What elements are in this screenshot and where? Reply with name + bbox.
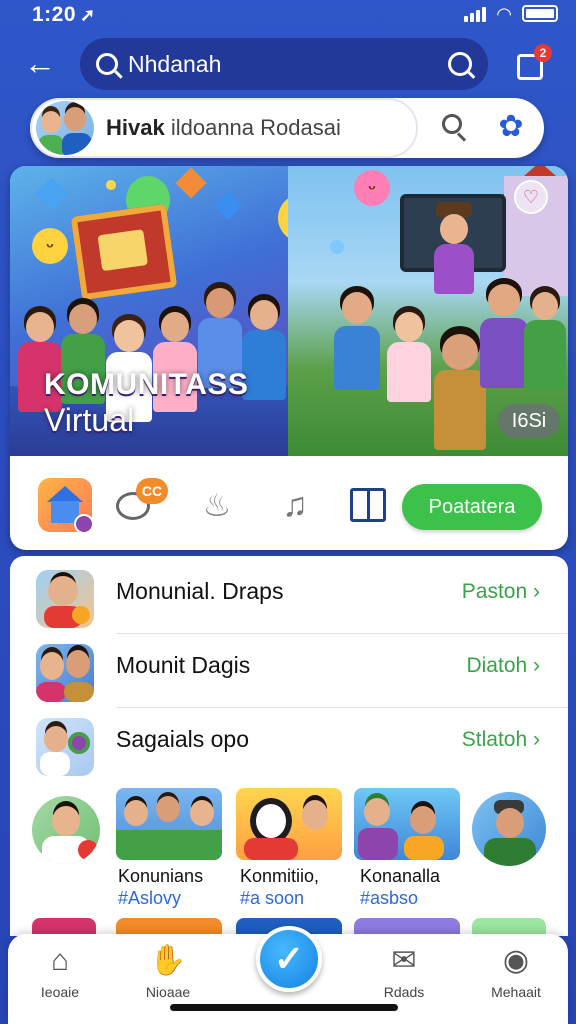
status-time: 1:20 ➚ <box>32 3 96 27</box>
list-item[interactable]: Sagaials opo Stlatoh › <box>10 708 568 782</box>
community-tile[interactable] <box>116 788 222 860</box>
chat-badge: CC <box>136 478 168 504</box>
lens-icon[interactable] <box>448 52 472 76</box>
tab-explore[interactable]: ✋ Nioaae <box>128 942 208 1012</box>
banner-title: KOMUNITASS Virtual <box>44 368 249 438</box>
list-item-action[interactable]: Diatoh › <box>466 654 540 678</box>
profile-search-field[interactable]: Hivak ildoanna Rodasai <box>30 98 418 158</box>
check-icon: ✓ <box>273 938 305 979</box>
search-query[interactable]: Nhdanah <box>128 51 448 78</box>
arrow-left-icon: ← <box>24 45 56 81</box>
music-icon[interactable]: ♫ <box>268 478 322 532</box>
wifi-icon: ◠ <box>496 3 512 24</box>
battery-icon <box>522 5 558 22</box>
status-bar: 1:20 ➚ ◠ <box>0 0 576 30</box>
group-list: Monunial. Draps Paston › Mounit Dagis Di… <box>10 556 568 936</box>
group-thumbnail <box>36 718 94 776</box>
list-item[interactable]: Mounit Dagis Diatoh › <box>10 634 568 708</box>
tile-name: Konunians <box>118 866 204 886</box>
heart-icon[interactable]: ♡ <box>514 180 548 214</box>
mail-icon: ✉ <box>391 944 417 977</box>
live-badge[interactable]: I6Si <box>498 404 560 438</box>
list-item-label: Monunial. Draps <box>116 578 284 604</box>
list-item-label: Sagaials opo <box>116 726 249 752</box>
action-row: CC ♨ ♫ Poatatera <box>10 458 568 550</box>
avatar[interactable] <box>472 792 546 866</box>
profile-search-card: Hivak ildoanna Rodasai ✿ <box>30 98 544 158</box>
tile-tag[interactable]: #asbso <box>360 888 418 909</box>
search-icon <box>96 53 118 75</box>
tile-name: Konanalla <box>360 866 441 886</box>
back-button[interactable]: ← <box>22 46 58 82</box>
search-icon[interactable] <box>440 112 470 142</box>
hand-icon: ✋ <box>149 944 187 977</box>
banner-title-line2: Virtual <box>44 402 135 438</box>
tab-label: Ieoaie <box>40 984 80 1000</box>
clock-text: 1:20 <box>32 3 77 26</box>
community-card: ᵕ ᵕ KOMUNITASS Virtual ♡ I6Si CC ♨ ♫ Poa… <box>10 166 568 550</box>
profile-name-rest: ildoanna Rodasai <box>164 115 341 140</box>
bone-icon[interactable]: ♨ <box>190 478 244 532</box>
tile-name: Konmitiio, <box>240 866 320 886</box>
avatar <box>36 101 94 155</box>
profile-name-bold: Hivak <box>106 115 165 140</box>
tab-label: Mehaait <box>491 984 541 1000</box>
tile-tag[interactable]: #Aslovy <box>118 888 181 909</box>
status-icons: ◠ <box>464 3 558 24</box>
tab-profile[interactable]: ◉ Mehaait <box>476 942 556 1012</box>
notification-badge: 2 <box>534 44 552 62</box>
home-app-icon[interactable] <box>38 478 94 534</box>
primary-action-button[interactable]: Poatatera <box>402 484 542 530</box>
list-item[interactable]: Monunial. Draps Paston › <box>10 560 568 634</box>
tile-tag[interactable]: #a soon <box>240 888 304 909</box>
list-item-action[interactable]: Stlatoh › <box>462 728 540 752</box>
community-banner[interactable]: ᵕ ᵕ KOMUNITASS Virtual ♡ I6Si <box>10 166 568 456</box>
community-tile[interactable] <box>236 788 342 860</box>
tab-label: Rdads <box>383 984 425 1000</box>
avatar[interactable] <box>32 796 100 864</box>
top-search-bar[interactable]: Nhdanah <box>80 38 488 90</box>
home-icon: ⌂ <box>50 944 70 977</box>
game-machine-illustration <box>70 203 178 301</box>
group-thumbnail <box>36 570 94 628</box>
book-icon[interactable] <box>344 478 398 532</box>
tab-home[interactable]: ⌂ Ieoaie <box>20 942 100 1012</box>
location-arrow-icon: ➚ <box>80 5 96 25</box>
profile-icon: ◉ <box>502 944 530 977</box>
check-fab-button[interactable]: ✓ <box>256 926 322 992</box>
list-item-action[interactable]: Paston › <box>462 580 540 604</box>
group-thumbnail <box>36 644 94 702</box>
chat-icon[interactable]: CC <box>114 478 168 532</box>
home-indicator[interactable] <box>170 1004 398 1011</box>
compose-button[interactable]: 2 <box>514 44 552 82</box>
tab-messages[interactable]: ✉ Rdads <box>364 942 444 1012</box>
settings-icon[interactable]: ✿ <box>494 110 528 144</box>
list-item-label: Mounit Dagis <box>116 652 251 678</box>
tab-label: Nioaae <box>145 984 191 1000</box>
profile-name: Hivak ildoanna Rodasai <box>106 115 341 141</box>
community-tile[interactable] <box>354 788 460 860</box>
signal-icon <box>464 6 487 22</box>
banner-title-line1: KOMUNITASS <box>44 368 249 401</box>
community-grid: Konunians #Aslovy Konmitiio, #a soon Kon… <box>10 788 568 936</box>
